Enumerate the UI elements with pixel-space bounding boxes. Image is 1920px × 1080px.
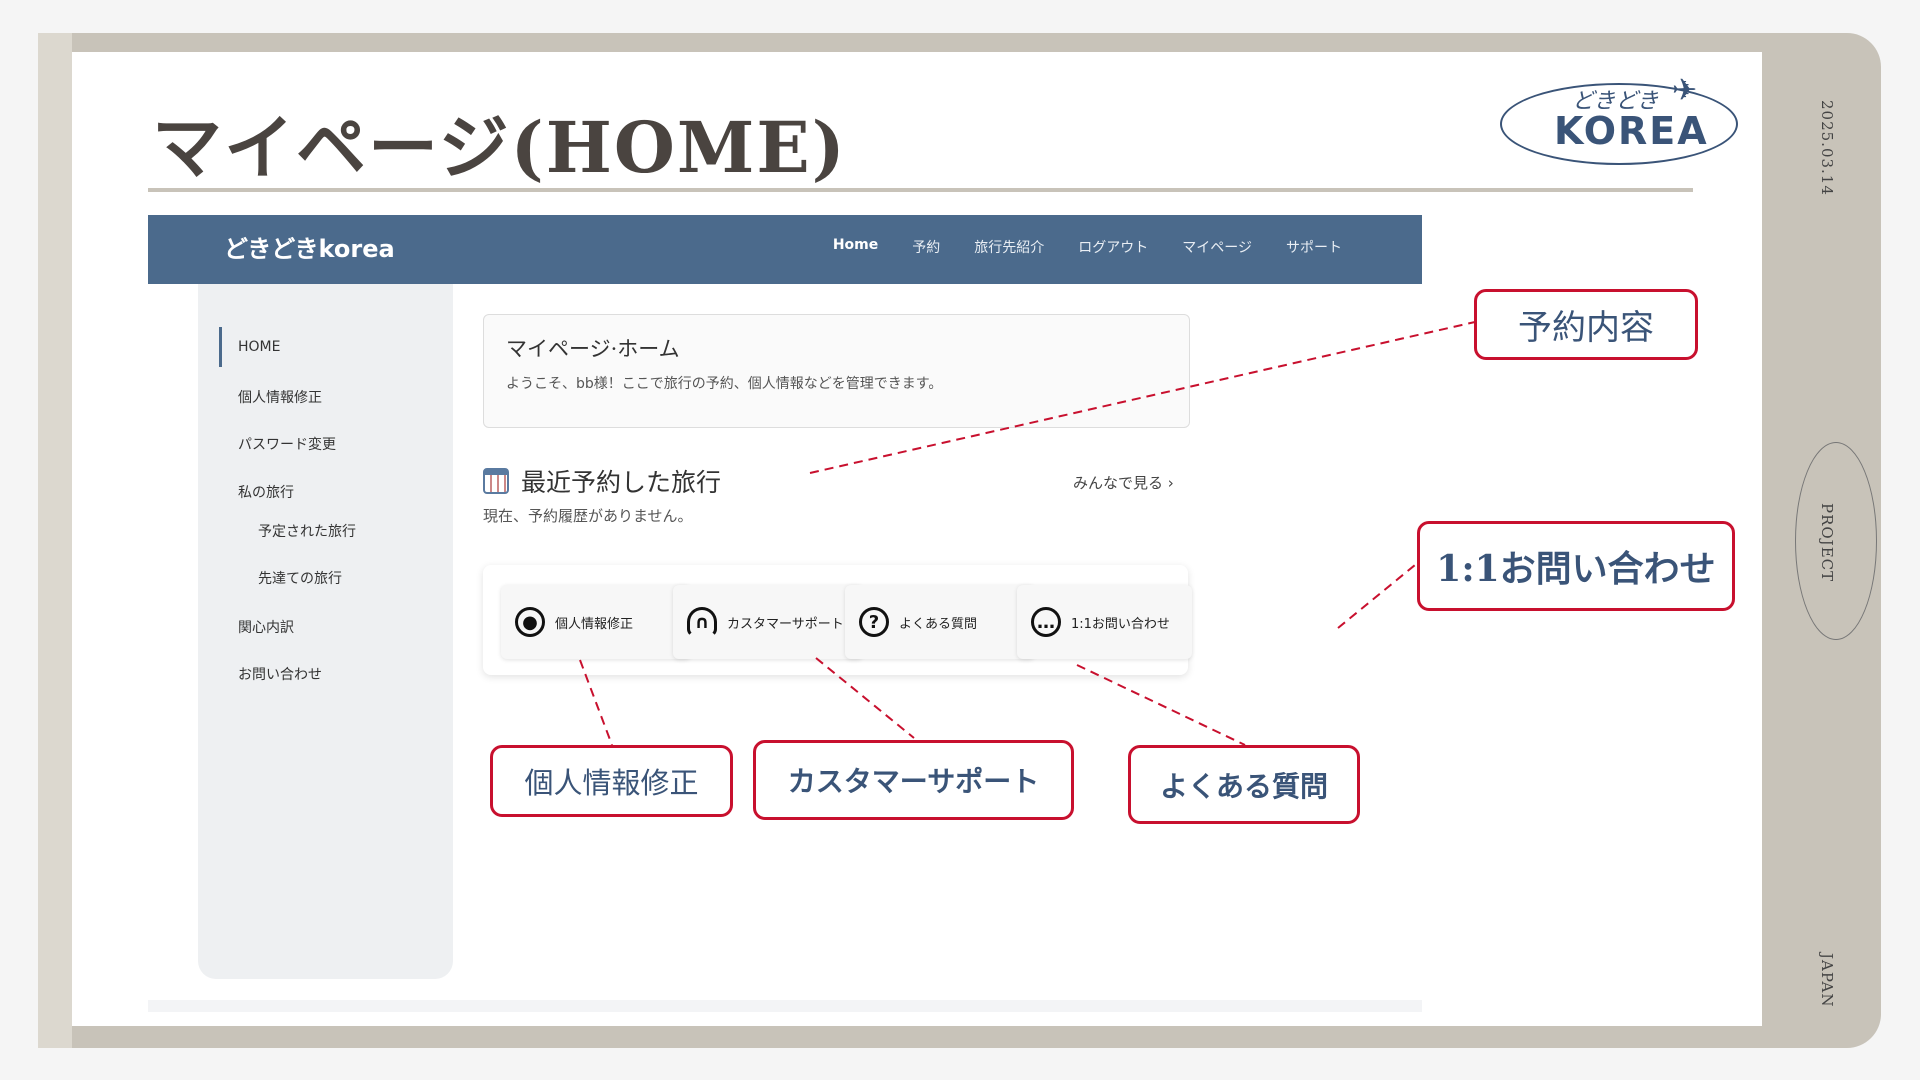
reservation-pointer-line [809,321,1476,474]
annotation-faq: よくある質問 [1128,745,1360,824]
annotation-reservation: 予約内容 [1474,289,1698,360]
profile-pointer-line [579,659,613,746]
inquiry-pointer-line [1337,564,1416,629]
annotation-support: カスタマーサポート [753,740,1074,820]
faq-pointer-line [1076,664,1246,746]
support-pointer-line [815,657,915,739]
annotation-profile: 個人情報修正 [490,745,733,817]
annotation-inquiry: 1:1お問い合わせ [1417,521,1735,611]
